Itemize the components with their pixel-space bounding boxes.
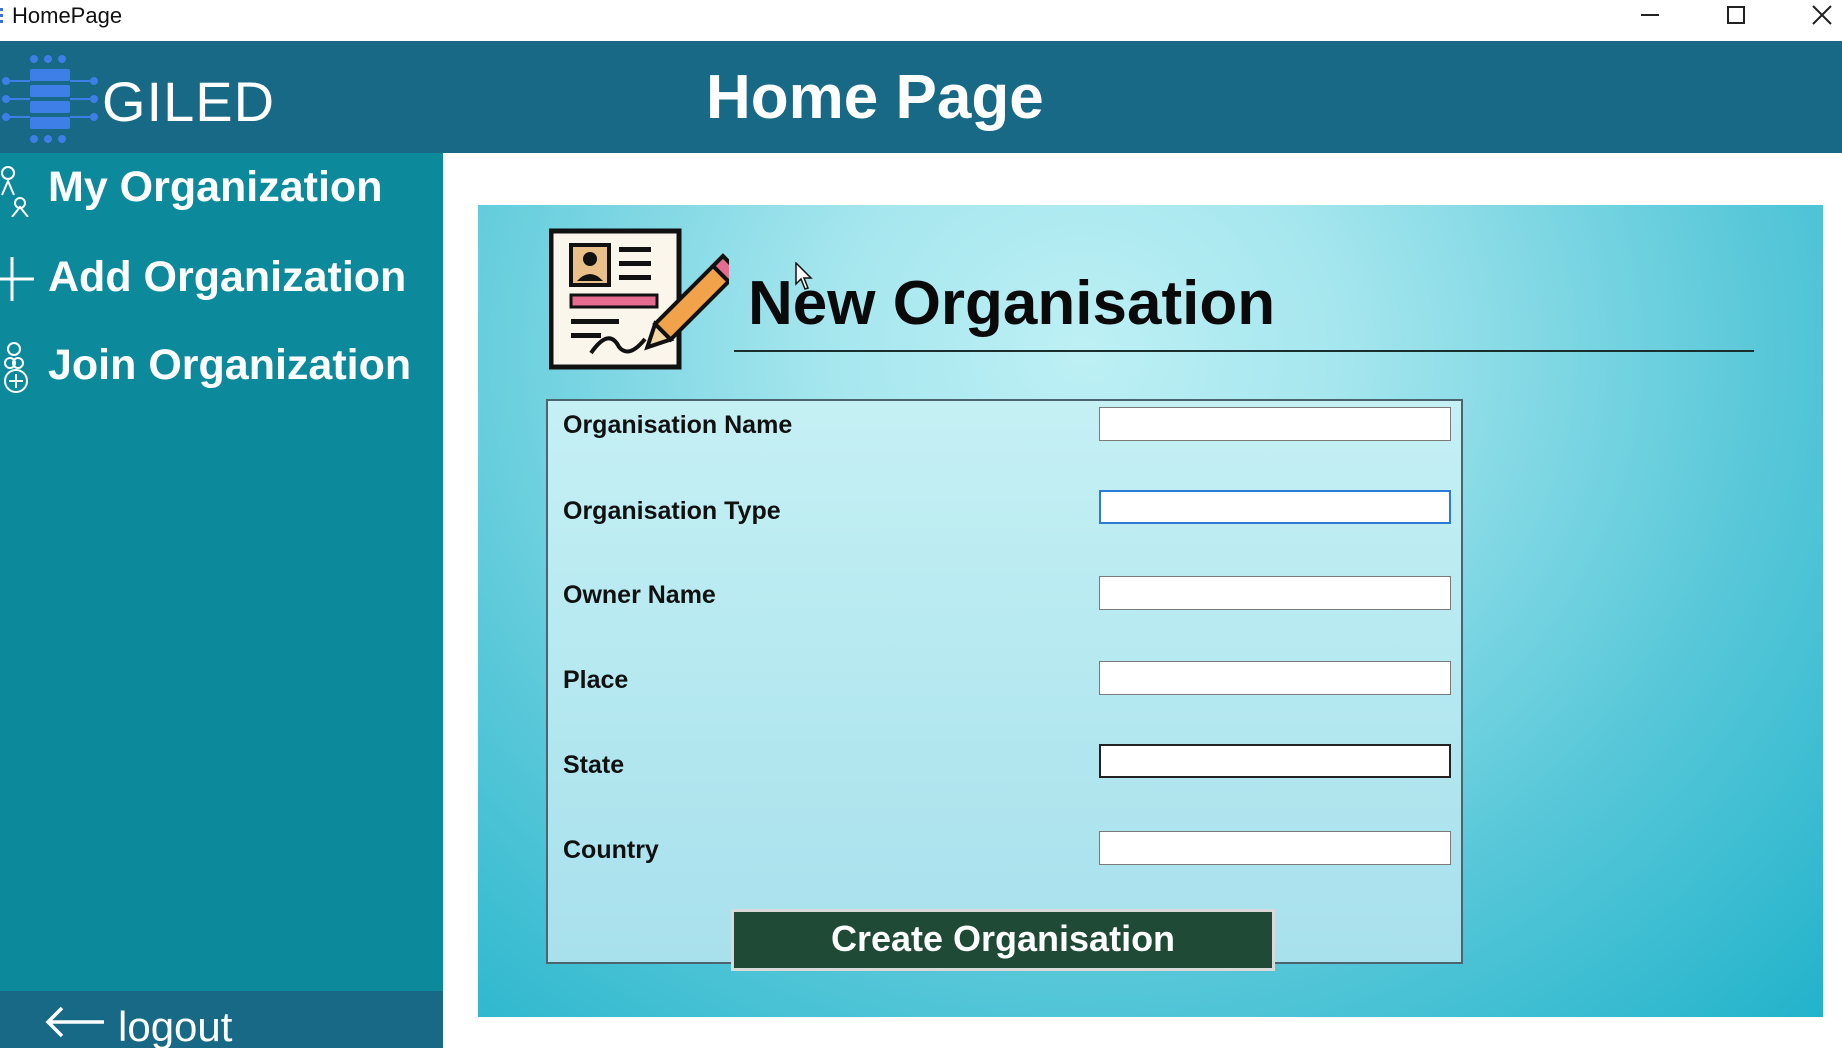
sidebar-item-join-organization[interactable]: Join Organization (0, 331, 443, 401)
arrow-left-icon (45, 1006, 104, 1038)
owner-name-input[interactable] (1099, 576, 1451, 610)
sidebar-item-label: Join Organization (48, 341, 412, 389)
organisation-type-label: Organisation Type (563, 497, 781, 525)
sidebar: My Organization Add Organization Join Or… (0, 153, 443, 991)
sidebar-item-my-organization[interactable]: My Organization (0, 153, 443, 223)
page-title: Home Page (706, 63, 1044, 132)
window-title: HomePage (12, 3, 123, 28)
people-icon (1, 166, 29, 217)
mouse-cursor-icon (795, 262, 813, 290)
logout-label: logout (118, 1003, 233, 1050)
plus-icon (0, 257, 34, 301)
organisation-name-label: Organisation Name (563, 411, 793, 439)
server-logo-icon (2, 55, 98, 143)
form-heading: New Organisation (748, 269, 1276, 338)
maximize-button[interactable] (1708, 0, 1764, 30)
logo-text: GILED (102, 70, 276, 133)
minimize-button[interactable] (1622, 0, 1678, 30)
logout-button[interactable]: logout (0, 991, 443, 1050)
sidebar-item-label: My Organization (48, 163, 383, 211)
state-label: State (563, 751, 625, 779)
app-header: GILED Home Page (0, 41, 1842, 153)
organisation-form: Organisation Name Organisation Type Owne… (546, 399, 1463, 964)
organisation-type-input[interactable] (1099, 490, 1451, 524)
close-icon (1812, 5, 1832, 25)
join-icon (4, 342, 28, 393)
place-input[interactable] (1099, 661, 1451, 695)
create-organisation-button[interactable]: Create Organisation (731, 909, 1275, 971)
heading-divider (734, 350, 1754, 352)
main-panel: New Organisation Organisation Name Organ… (478, 205, 1823, 1017)
maximize-icon (1727, 6, 1745, 24)
close-button[interactable] (1794, 0, 1842, 30)
country-input[interactable] (1099, 831, 1451, 865)
country-label: Country (563, 836, 659, 864)
document-edit-icon (549, 228, 729, 370)
organisation-name-input[interactable] (1099, 407, 1451, 441)
minimize-icon (1641, 14, 1659, 16)
place-label: Place (563, 666, 629, 694)
sidebar-item-label: Add Organization (48, 253, 407, 301)
window-titlebar: HomePage (0, 0, 1842, 41)
app-icon (0, 8, 3, 23)
state-input[interactable] (1099, 744, 1451, 778)
sidebar-item-add-organization[interactable]: Add Organization (0, 243, 443, 313)
owner-name-label: Owner Name (563, 581, 716, 609)
